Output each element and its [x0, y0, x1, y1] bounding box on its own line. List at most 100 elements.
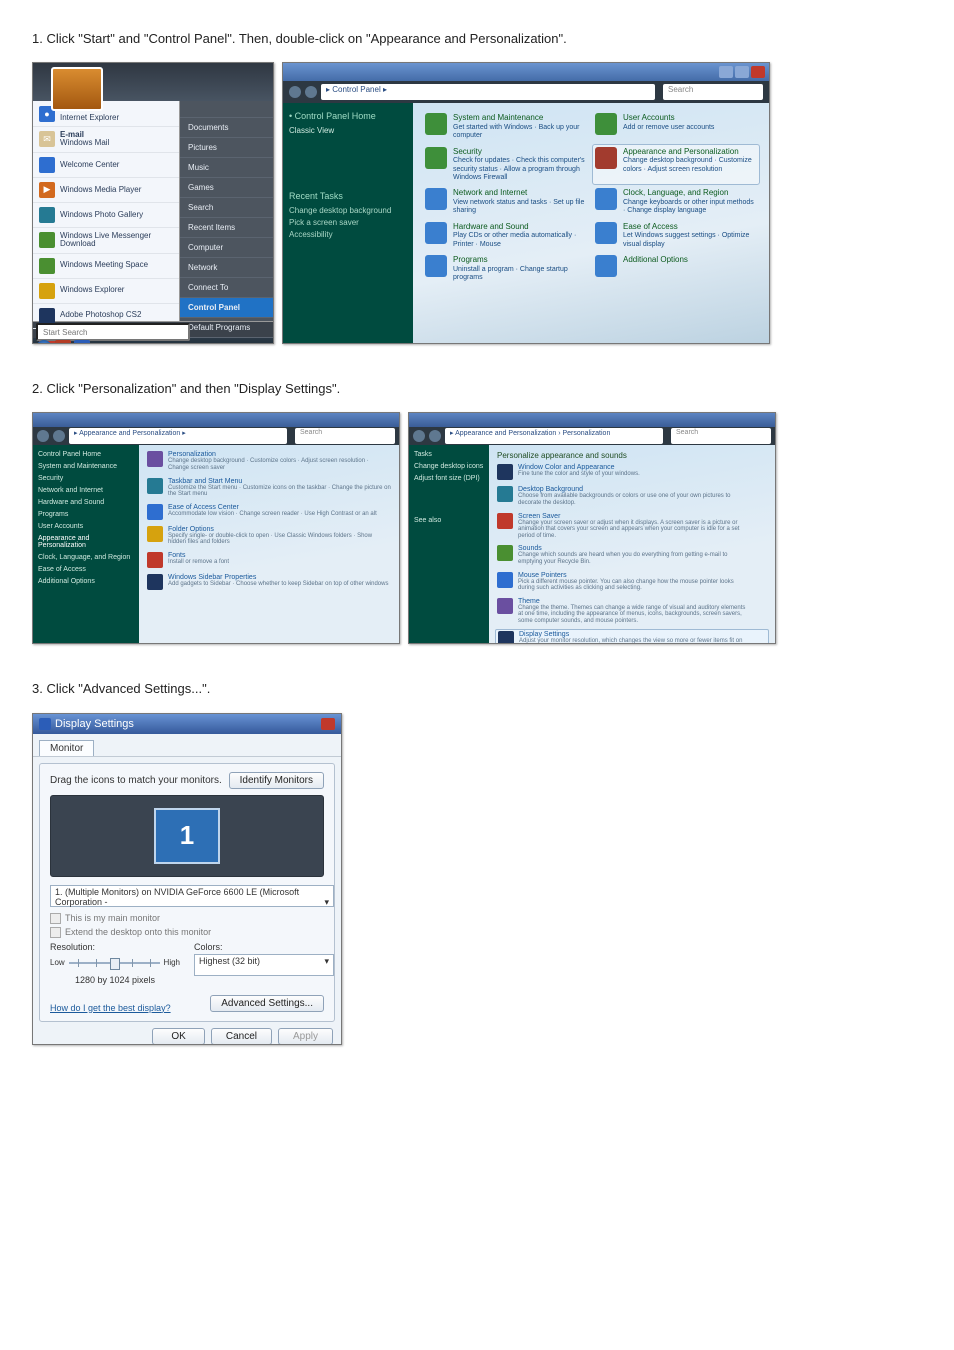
sm-item-photo[interactable]: Windows Photo Gallery: [33, 203, 179, 228]
sm-item-explorer[interactable]: Windows Explorer: [33, 279, 179, 304]
sr-games[interactable]: Games: [180, 178, 273, 198]
window-color-icon: [497, 464, 513, 480]
cat-appearance[interactable]: Appearance and PersonalizationChange des…: [592, 144, 760, 186]
ap-side-5[interactable]: Programs: [38, 511, 134, 518]
sr-control-panel[interactable]: Control Panel: [180, 298, 273, 318]
close-button[interactable]: [321, 718, 335, 730]
address-bar[interactable]: ▸ Control Panel ▸: [321, 84, 655, 100]
ap-sidebar-props[interactable]: Windows Sidebar PropertiesAdd gadgets to…: [147, 574, 391, 590]
ap-side-home[interactable]: Control Panel Home: [38, 451, 134, 458]
cp-recent-2[interactable]: Pick a screen saver: [289, 218, 407, 227]
advanced-settings-button[interactable]: Advanced Settings...: [210, 995, 324, 1012]
minimize-button[interactable]: [719, 66, 733, 78]
wmp-icon: ▶: [39, 182, 55, 198]
sm-item-meeting[interactable]: Windows Meeting Space: [33, 254, 179, 279]
address-bar[interactable]: ▸ Appearance and Personalization ▸: [69, 428, 287, 444]
sm-item-welcome[interactable]: Welcome Center: [33, 153, 179, 178]
pr-mouse[interactable]: Mouse PointersPick a different mouse poi…: [497, 572, 767, 592]
ap-side-4[interactable]: Hardware and Sound: [38, 499, 134, 506]
ap-fonts[interactable]: FontsInstall or remove a font: [147, 552, 391, 568]
address-bar[interactable]: ▸ Appearance and Personalization › Perso…: [445, 428, 663, 444]
monitor-dropdown[interactable]: 1. (Multiple Monitors) on NVIDIA GeForce…: [50, 885, 334, 907]
colors-dropdown[interactable]: Highest (32 bit)▾: [194, 954, 334, 976]
nav-back-button[interactable]: [289, 86, 301, 98]
start-search-input[interactable]: [36, 323, 190, 341]
sr-default-programs[interactable]: Default Programs: [180, 318, 273, 338]
sm-item-wmp[interactable]: ▶Windows Media Player: [33, 178, 179, 203]
ap-taskbar[interactable]: Taskbar and Start MenuCustomize the Star…: [147, 478, 391, 498]
ap-side-10[interactable]: Additional Options: [38, 578, 134, 585]
step-3-text: 3. Click "Advanced Settings...".: [32, 680, 922, 698]
sr-computer[interactable]: Computer: [180, 238, 273, 258]
ap-side-9[interactable]: Ease of Access: [38, 566, 134, 573]
cp-side-home[interactable]: • Control Panel Home: [289, 111, 407, 121]
apply-button[interactable]: Apply: [278, 1028, 333, 1045]
pr-desktop-bg[interactable]: Desktop BackgroundChoose from available …: [497, 486, 767, 506]
ap-side-3[interactable]: Network and Internet: [38, 487, 134, 494]
checkbox-icon: [50, 927, 61, 938]
sr-recent[interactable]: Recent Items: [180, 218, 273, 238]
sr-pictures[interactable]: Pictures: [180, 138, 273, 158]
nav-forward-button[interactable]: [53, 430, 65, 442]
monitor-preview[interactable]: 1: [50, 795, 324, 877]
ap-side-1[interactable]: System and Maintenance: [38, 463, 134, 470]
slider-thumb[interactable]: [110, 958, 120, 970]
sr-documents[interactable]: Documents: [180, 118, 273, 138]
pr-theme[interactable]: ThemeChange the theme. Themes can change…: [497, 598, 767, 625]
ap-side-appearance[interactable]: Appearance and Personalization: [38, 535, 134, 549]
cat-security[interactable]: SecurityCheck for updates · Check this c…: [425, 147, 587, 183]
cat-hardware[interactable]: Hardware and SoundPlay CDs or other medi…: [425, 222, 587, 249]
pr-adjust-dpi[interactable]: Adjust font size (DPI): [414, 475, 484, 482]
cat-users[interactable]: User AccountsAdd or remove user accounts: [595, 113, 757, 140]
search-input[interactable]: Search: [295, 428, 395, 444]
resolution-slider[interactable]: [69, 962, 160, 964]
maximize-button[interactable]: [735, 66, 749, 78]
sm-item-email[interactable]: ✉E-mailWindows Mail: [33, 127, 179, 153]
help-link[interactable]: How do I get the best display?: [50, 1003, 171, 1013]
pr-screen-saver[interactable]: Screen SaverChange your screen saver or …: [497, 513, 767, 540]
identify-monitors-button[interactable]: Identify Monitors: [229, 772, 324, 789]
pr-change-icons[interactable]: Change desktop icons: [414, 463, 484, 470]
cat-additional[interactable]: Additional Options: [595, 255, 757, 282]
pr-display-settings[interactable]: Display SettingsAdjust your monitor reso…: [495, 629, 769, 645]
nav-back-button[interactable]: [413, 430, 425, 442]
ap-folder[interactable]: Folder OptionsSpecify single- or double-…: [147, 526, 391, 546]
ap-side-8[interactable]: Clock, Language, and Region: [38, 554, 134, 561]
ok-button[interactable]: OK: [152, 1028, 204, 1045]
sr-connect[interactable]: Connect To: [180, 278, 273, 298]
nav-back-button[interactable]: [37, 430, 49, 442]
resolution-label: Resolution:: [50, 942, 180, 952]
sr-search[interactable]: Search: [180, 198, 273, 218]
monitor-1[interactable]: 1: [154, 808, 220, 864]
tab-monitor[interactable]: Monitor: [39, 740, 94, 756]
nav-forward-button[interactable]: [429, 430, 441, 442]
cat-clock[interactable]: Clock, Language, and RegionChange keyboa…: [595, 188, 757, 215]
cat-network[interactable]: Network and InternetView network status …: [425, 188, 587, 215]
cat-ease[interactable]: Ease of AccessLet Windows suggest settin…: [595, 222, 757, 249]
ap-personalization[interactable]: PersonalizationChange desktop background…: [147, 451, 391, 471]
sr-music[interactable]: Music: [180, 158, 273, 178]
taskbar-app-1[interactable]: [55, 340, 71, 344]
slider-high: High: [164, 958, 180, 967]
sm-item-msgr[interactable]: Windows Live Messenger Download: [33, 228, 179, 254]
ap-ease[interactable]: Ease of Access CenterAccommodate low vis…: [147, 504, 391, 520]
cp-recent-1[interactable]: Change desktop background: [289, 206, 407, 215]
search-input[interactable]: Search: [663, 84, 763, 100]
ap-side-6[interactable]: User Accounts: [38, 523, 134, 530]
pr-sounds[interactable]: SoundsChange which sounds are heard when…: [497, 545, 767, 565]
taskbar-app-2[interactable]: [74, 340, 90, 344]
ap-side-2[interactable]: Security: [38, 475, 134, 482]
cat-programs[interactable]: ProgramsUninstall a program · Change sta…: [425, 255, 587, 282]
appearance-icon: [595, 147, 617, 169]
cp-recent-3[interactable]: Accessibility: [289, 230, 407, 239]
cat-system[interactable]: System and MaintenanceGet started with W…: [425, 113, 587, 140]
programs-icon: [425, 255, 447, 277]
photo-icon: [39, 207, 55, 223]
sr-network[interactable]: Network: [180, 258, 273, 278]
search-input[interactable]: Search: [671, 428, 771, 444]
cancel-button[interactable]: Cancel: [211, 1028, 272, 1045]
nav-forward-button[interactable]: [305, 86, 317, 98]
close-button[interactable]: [751, 66, 765, 78]
pr-window-color[interactable]: Window Color and AppearanceFine tune the…: [497, 464, 767, 480]
cp-side-classic[interactable]: Classic View: [289, 126, 407, 135]
